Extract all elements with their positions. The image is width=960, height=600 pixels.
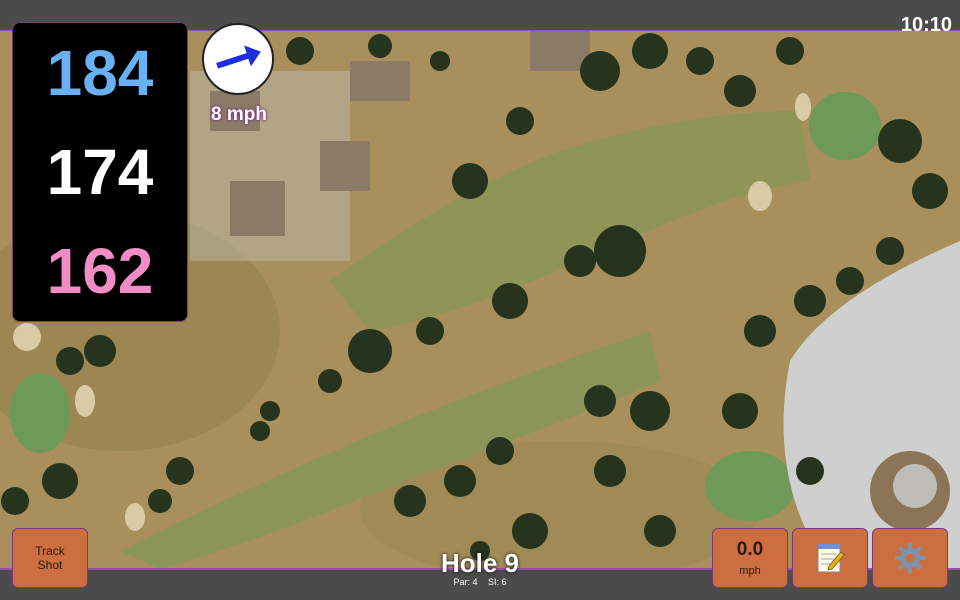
hole-stroke-index: SI: 6 — [488, 577, 507, 587]
arrow-right-icon — [216, 45, 261, 69]
speed-unit: mph — [739, 565, 761, 577]
settings-button[interactable] — [872, 528, 948, 588]
wind-direction-indicator — [202, 23, 274, 95]
hole-title: Hole 9 — [440, 548, 520, 578]
speed-value: 0.0 — [736, 539, 764, 560]
track-shot-button[interactable]: Track Shot — [12, 528, 88, 588]
back-of-green-distance: 184 — [46, 36, 154, 109]
notepad-icon — [817, 544, 845, 573]
track-shot-label-line2: Shot — [37, 558, 63, 572]
hole-par: Par: 4 — [453, 577, 478, 587]
notes-button[interactable] — [792, 528, 868, 588]
hole-info: Par: 4 SI: 6 — [380, 577, 580, 587]
middle-of-green-distance: 174 — [46, 135, 154, 208]
track-shot-label-line1: Track — [35, 544, 65, 558]
speed-button[interactable]: 0.0 mph — [712, 528, 788, 588]
gear-icon — [895, 543, 925, 573]
distance-panel: 184 174 162 — [12, 22, 188, 322]
wind-speed-label: 8 mph — [211, 104, 267, 125]
front-of-green-distance: 162 — [46, 235, 154, 308]
